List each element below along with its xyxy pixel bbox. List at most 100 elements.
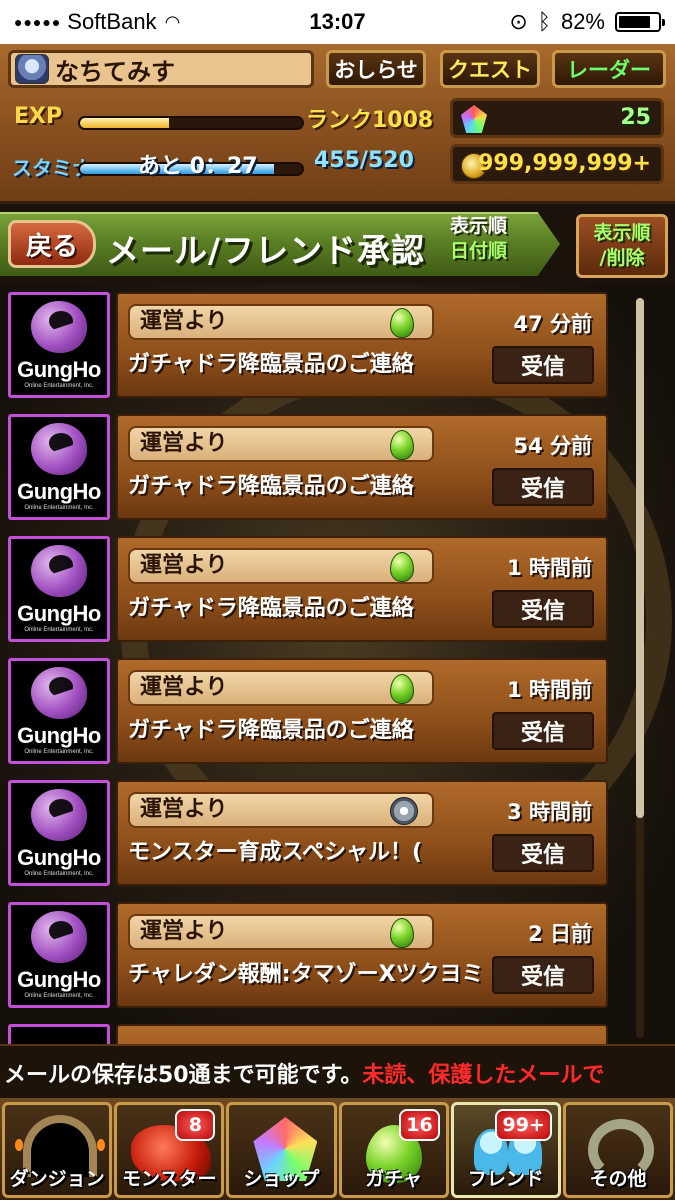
coin-value: 999,999,999+: [478, 151, 651, 176]
sender-logo: [8, 1024, 110, 1044]
mail-time: 2 日前: [528, 922, 592, 946]
mail-card[interactable]: [116, 1024, 608, 1044]
nav-label: ショップ: [243, 1168, 320, 1190]
player-header: なちてみす おしらせ クエスト レーダー EXP ランク1008 スタミナ あと…: [0, 44, 675, 204]
sender-logo: GungHo Online Entertainment, Inc.: [8, 536, 110, 642]
nav-label: モンスター: [121, 1168, 217, 1190]
nav-label: フレンド: [467, 1168, 544, 1190]
nav-monster[interactable]: 8 モンスター: [114, 1102, 225, 1198]
mail-item[interactable]: GungHo Online Entertainment, Inc. 運営より 54…: [8, 414, 608, 522]
mail-item-partial[interactable]: [8, 1024, 608, 1044]
sort-order-indicator: 表示順 日付順: [450, 214, 507, 264]
mail-card[interactable]: 運営より 54 分前 ガチャドラ降臨景品のご連絡 受信: [116, 414, 608, 520]
bluetooth-icon: ᛒ: [537, 9, 551, 34]
ticker-text: メールの保存は50通まで可能です。: [4, 1063, 363, 1088]
sender-logo: GungHo Online Entertainment, Inc.: [8, 658, 110, 764]
coin-counter: 999,999,999+: [450, 144, 664, 184]
nav-dungeon[interactable]: ダンジョン: [2, 1102, 113, 1198]
mail-sender: 運営より: [128, 670, 434, 706]
mail-subject: ガチャドラ降臨景品のご連絡: [128, 596, 414, 621]
gungho-logo-icon: [31, 301, 87, 353]
gungho-logo-icon: [31, 423, 87, 475]
back-button[interactable]: 戻る: [8, 220, 96, 268]
carrier-name: SoftBank: [67, 9, 157, 34]
stamina-timer: あと 0：27: [138, 154, 258, 179]
logo-subtitle: Online Entertainment, Inc.: [24, 627, 94, 633]
sort-delete-line2: /削除: [599, 247, 645, 269]
mail-card[interactable]: 運営より 47 分前 ガチャドラ降臨景品のご連絡 受信: [116, 292, 608, 398]
nav-gacha[interactable]: 16 ガチャ: [338, 1102, 449, 1198]
nav-shop[interactable]: ショップ: [226, 1102, 337, 1198]
mail-item[interactable]: GungHo Online Entertainment, Inc. 運営より 1 …: [8, 658, 608, 766]
nav-label: ガチャ: [365, 1168, 422, 1190]
battery-percent: 82%: [560, 9, 605, 34]
mail-sender: 運営より: [128, 914, 434, 950]
nav-friend[interactable]: 99+ フレンド: [450, 1102, 561, 1198]
receive-button[interactable]: 受信: [492, 712, 594, 750]
mail-time: 3 時間前: [507, 800, 592, 824]
mail-sender: 運営より: [128, 426, 434, 462]
gungho-logo-icon: [31, 545, 87, 597]
logo-name: GungHo: [17, 845, 101, 870]
logo-subtitle: Online Entertainment, Inc.: [24, 505, 94, 511]
gungho-logo-icon: [31, 911, 87, 963]
mail-subject: モンスター育成スペシャル！(: [128, 840, 423, 865]
receive-button[interactable]: 受信: [492, 346, 594, 384]
quest-button[interactable]: クエスト: [440, 50, 540, 88]
mail-subject: ガチャドラ降臨景品のご連絡: [128, 718, 414, 743]
sort-delete-button[interactable]: 表示順 /削除: [576, 214, 668, 278]
green-egg-icon: [390, 308, 414, 338]
mail-subject: ガチャドラ降臨景品のご連絡: [128, 474, 414, 499]
mail-time: 1 時間前: [507, 556, 592, 580]
green-egg-icon: [390, 552, 414, 582]
status-bar: ●●●●● SoftBank ◠ 13:07 ⊙ ᛒ 82%: [0, 0, 675, 44]
player-name: なちてみす: [55, 57, 175, 86]
wifi-icon: ◠: [164, 11, 181, 32]
stamina-value: 455/520: [314, 148, 414, 173]
mail-sender: 運営より: [128, 792, 434, 828]
logo-name: GungHo: [17, 601, 101, 626]
sort-order-label: 表示順: [450, 215, 508, 237]
mail-item[interactable]: GungHo Online Entertainment, Inc. 運営より 1 …: [8, 536, 608, 644]
notification-badge: 99+: [495, 1109, 552, 1141]
mail-time: 54 分前: [513, 434, 592, 458]
scrollbar-thumb[interactable]: [636, 298, 644, 818]
nav-label: ダンジョン: [9, 1168, 105, 1190]
mail-item[interactable]: GungHo Online Entertainment, Inc. 運営より 3 …: [8, 780, 608, 888]
sender-logo: GungHo Online Entertainment, Inc.: [8, 902, 110, 1008]
sender-logo: GungHo Online Entertainment, Inc.: [8, 292, 110, 398]
green-egg-icon: [390, 430, 414, 460]
radar-button[interactable]: レーダー: [552, 50, 666, 88]
nav-other[interactable]: その他: [562, 1102, 674, 1198]
green-egg-icon: [390, 918, 414, 948]
notification-badge: 16: [399, 1109, 440, 1141]
player-name-box[interactable]: なちてみす: [8, 50, 314, 88]
mail-item[interactable]: GungHo Online Entertainment, Inc. 運営より 47…: [8, 292, 608, 400]
news-button[interactable]: おしらせ: [326, 50, 426, 88]
mail-card[interactable]: 運営より 1 時間前 ガチャドラ降臨景品のご連絡 受信: [116, 658, 608, 764]
mail-subject: チャレダン報酬:タマゾーXツクヨミ: [128, 962, 484, 987]
logo-name: GungHo: [17, 479, 101, 504]
receive-button[interactable]: 受信: [492, 956, 594, 994]
rank-value: ランク1008: [306, 108, 434, 133]
exp-label: EXP: [14, 104, 63, 129]
logo-name: GungHo: [17, 723, 101, 748]
mail-card[interactable]: 運営より 2 日前 チャレダン報酬:タマゾーXツクヨミ 受信: [116, 902, 608, 1008]
magic-stone-value: 25: [620, 105, 651, 130]
logo-subtitle: Online Entertainment, Inc.: [24, 749, 94, 755]
sort-delete-line1: 表示順: [593, 222, 651, 244]
mail-time: 1 時間前: [507, 678, 592, 702]
mail-card[interactable]: 運営より 3 時間前 モンスター育成スペシャル！( 受信: [116, 780, 608, 886]
receive-button[interactable]: 受信: [492, 590, 594, 628]
receive-button[interactable]: 受信: [492, 834, 594, 872]
silver-medal-icon: [390, 797, 418, 825]
gungho-logo-icon: [31, 667, 87, 719]
notice-ticker: メールの保存は50通まで可能です。 未読、保護したメールで: [0, 1044, 675, 1100]
mail-item[interactable]: GungHo Online Entertainment, Inc. 運営より 2 …: [8, 902, 608, 1010]
mail-card[interactable]: 運営より 1 時間前 ガチャドラ降臨景品のご連絡 受信: [116, 536, 608, 642]
mail-list[interactable]: GungHo Online Entertainment, Inc. 運営より 47…: [0, 284, 675, 1044]
mail-sender: 運営より: [128, 548, 434, 584]
title-bar: 戻る メール/フレンド承認 表示順 日付順 表示順 /削除: [0, 206, 675, 282]
logo-subtitle: Online Entertainment, Inc.: [24, 993, 94, 999]
receive-button[interactable]: 受信: [492, 468, 594, 506]
